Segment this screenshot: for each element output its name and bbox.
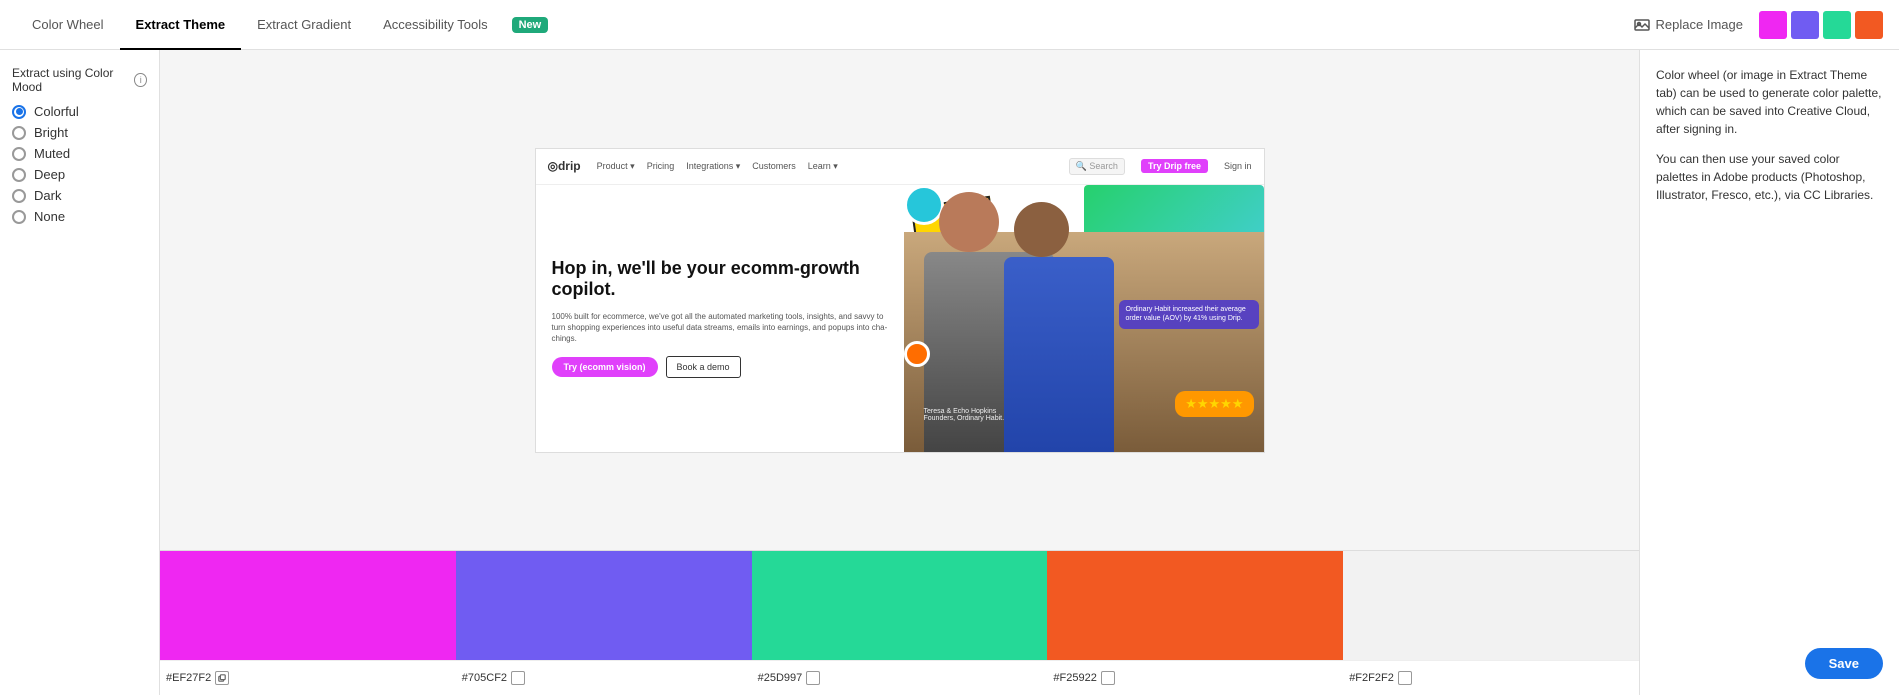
palette-swatch-2[interactable]: [456, 551, 752, 660]
palette-swatch-1[interactable]: [160, 551, 456, 660]
drip-right: ✉: [904, 185, 1264, 452]
radio-colorful: [12, 105, 26, 119]
palette-label-3: #25D997: [752, 671, 1048, 685]
new-badge: New: [512, 17, 549, 33]
replace-image-label: Replace Image: [1656, 17, 1743, 32]
option-none[interactable]: None: [12, 209, 147, 224]
radio-dark: [12, 189, 26, 203]
palette-label-2: #705CF2: [456, 671, 752, 685]
option-dark[interactable]: Dark: [12, 188, 147, 203]
left-sidebar: Extract using Color Mood i Colorful Brig…: [0, 50, 160, 695]
palette-swatch-4[interactable]: [1047, 551, 1343, 660]
palette-label-4: #F25922: [1047, 671, 1343, 685]
drip-btn-secondary: Book a demo: [666, 356, 741, 378]
top-nav: Color Wheel Extract Theme Extract Gradie…: [0, 0, 1899, 50]
label-deep: Deep: [34, 167, 65, 182]
review-stars: ★★★★★: [1185, 396, 1243, 412]
drip-nav: ◎drip Product ▾ Pricing Integrations ▾ C…: [536, 149, 1264, 185]
main-layout: Extract using Color Mood i Colorful Brig…: [0, 50, 1899, 695]
info-icon[interactable]: i: [134, 73, 147, 87]
image-preview: ◎drip Product ▾ Pricing Integrations ▾ C…: [160, 50, 1639, 550]
drip-subtext: 100% built for ecommerce, we've got all …: [552, 311, 888, 345]
right-panel: Color wheel (or image in Extract Theme t…: [1639, 50, 1899, 695]
top-swatch-3[interactable]: [1823, 11, 1851, 39]
copy-icon-3[interactable]: [806, 671, 820, 685]
center-content: ◎drip Product ▾ Pricing Integrations ▾ C…: [160, 50, 1639, 695]
top-swatch-2[interactable]: [1791, 11, 1819, 39]
drip-btn-primary: Try (ecomm vision): [552, 357, 658, 377]
palette-swatch-5[interactable]: [1343, 551, 1639, 660]
color-mood-radio-group: Colorful Bright Muted Deep Dark None: [12, 104, 147, 224]
label-muted: Muted: [34, 146, 70, 161]
palette-labels-row: #EF27F2 #705CF2 #25D997 #F25922 #F2F2F2: [160, 660, 1639, 695]
palette-label-5: #F2F2F2: [1343, 671, 1639, 685]
drip-signin: Sign in: [1224, 161, 1252, 171]
person-label: Teresa & Echo HopkinsFounders, Ordinary …: [924, 408, 1005, 422]
drip-logo: ◎drip: [548, 159, 581, 173]
drip-search: 🔍 Search: [1069, 158, 1125, 175]
replace-image-button[interactable]: Replace Image: [1634, 17, 1743, 33]
copy-icon-2[interactable]: [511, 671, 525, 685]
image-icon: [1634, 17, 1650, 33]
label-none: None: [34, 209, 65, 224]
teal-circle: [904, 185, 944, 225]
top-swatch-4[interactable]: [1855, 11, 1883, 39]
copy-icon-1[interactable]: [215, 671, 229, 685]
label-dark: Dark: [34, 188, 61, 203]
tab-extract-gradient[interactable]: Extract Gradient: [241, 0, 367, 50]
label-colorful: Colorful: [34, 104, 79, 119]
testimony-box: Ordinary Habit increased their average o…: [1119, 300, 1259, 330]
top-swatches: [1759, 11, 1883, 39]
info-paragraph-2: You can then use your saved color palett…: [1656, 150, 1883, 204]
orange-dot: [904, 341, 930, 367]
label-bright: Bright: [34, 125, 68, 140]
radio-none: [12, 210, 26, 224]
info-paragraph-1: Color wheel (or image in Extract Theme t…: [1656, 66, 1883, 138]
palette-swatch-3[interactable]: [752, 551, 1048, 660]
save-button[interactable]: Save: [1805, 648, 1883, 679]
drip-cta-btn: Try Drip free: [1141, 159, 1208, 173]
radio-deep: [12, 168, 26, 182]
option-bright[interactable]: Bright: [12, 125, 147, 140]
radio-muted: [12, 147, 26, 161]
review-bubble: ★★★★★: [1175, 391, 1253, 417]
palette-label-1: #EF27F2: [160, 671, 456, 685]
drip-body: Hop in, we'll be your ecomm-growth copil…: [536, 185, 1264, 452]
tab-accessibility-tools[interactable]: Accessibility Tools: [367, 0, 504, 50]
tab-extract-theme[interactable]: Extract Theme: [120, 0, 242, 50]
palette-swatches: [160, 550, 1639, 660]
tab-color-wheel[interactable]: Color Wheel: [16, 0, 120, 50]
top-swatch-1[interactable]: [1759, 11, 1787, 39]
option-deep[interactable]: Deep: [12, 167, 147, 182]
copy-icon-4[interactable]: [1101, 671, 1115, 685]
option-colorful[interactable]: Colorful: [12, 104, 147, 119]
drip-mockup: ◎drip Product ▾ Pricing Integrations ▾ C…: [535, 148, 1265, 453]
drip-nav-links: Product ▾ Pricing Integrations ▾ Custome…: [597, 161, 838, 172]
radio-bright: [12, 126, 26, 140]
copy-icon-5[interactable]: [1398, 671, 1412, 685]
extract-label: Extract using Color Mood i: [12, 66, 147, 94]
drip-headline: Hop in, we'll be your ecomm-growth copil…: [552, 258, 888, 301]
option-muted[interactable]: Muted: [12, 146, 147, 161]
drip-btns: Try (ecomm vision) Book a demo: [552, 356, 888, 378]
drip-left: Hop in, we'll be your ecomm-growth copil…: [536, 185, 904, 452]
